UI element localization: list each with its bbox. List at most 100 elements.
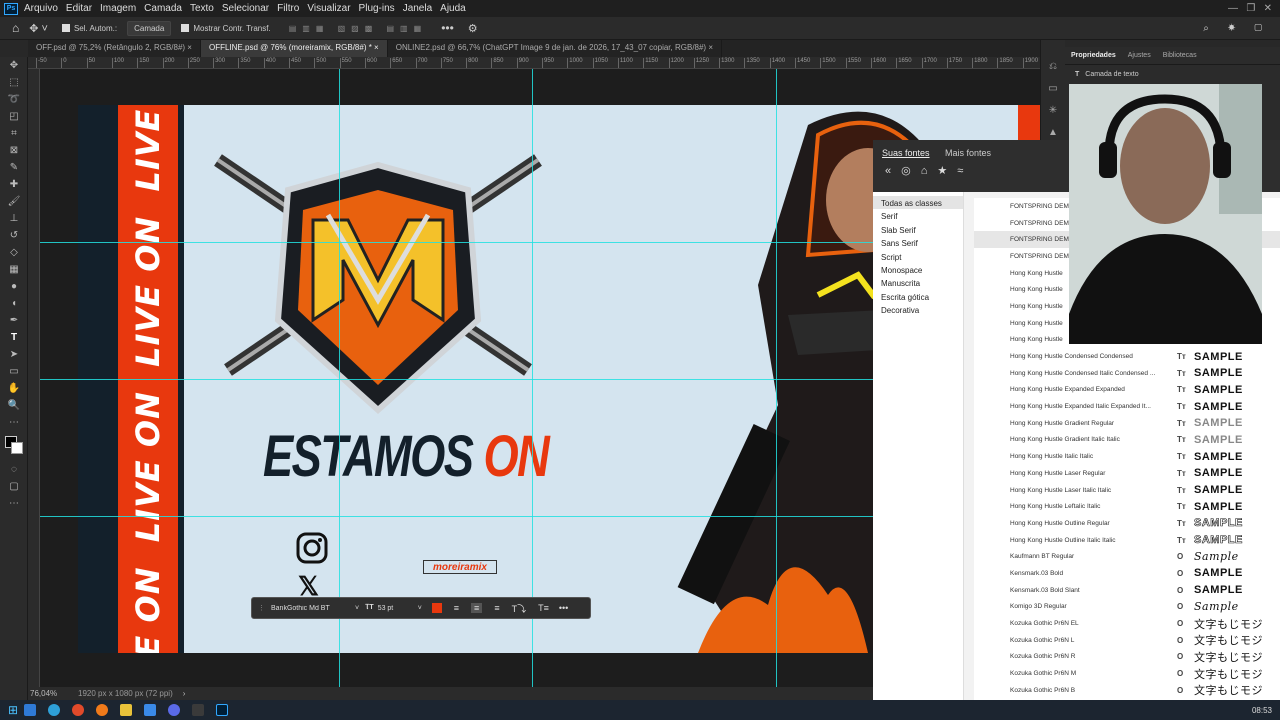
blur-tool-icon[interactable]: ● — [0, 278, 28, 295]
window-controls[interactable]: — ❐ ✕ — [1228, 3, 1272, 14]
guide-vertical[interactable] — [339, 69, 340, 687]
menu-janela[interactable]: Janela — [403, 3, 432, 14]
edge-icon[interactable] — [48, 704, 61, 716]
quick-mask-icon[interactable]: ◌ — [0, 461, 28, 478]
discord-icon[interactable] — [168, 704, 181, 716]
dodge-tool-icon[interactable]: ◖ — [0, 295, 28, 312]
tab-bibliotecas[interactable]: Bibliotecas — [1163, 52, 1197, 59]
menu-selecionar[interactable]: Selecionar — [222, 3, 269, 14]
auto-select-checkbox[interactable]: Sel. Autom.: — [61, 24, 117, 33]
font-list-item[interactable]: Hong Kong Hustle Italic Italic Tт SAMPLE — [974, 448, 1280, 465]
font-list-item[interactable]: Hong Kong Hustle Gradient Italic Italic T… — [974, 432, 1280, 449]
font-size-select[interactable]: 53 pt — [378, 605, 418, 612]
font-list-item[interactable]: Hong Kong Hustle Expanded Expanded Tт SAMP… — [974, 382, 1280, 399]
align-icons[interactable]: ▤▥▦ ▧▨▩ ▤▥▦ — [289, 24, 427, 33]
zoom-tool-icon[interactable]: 🔍 — [0, 397, 28, 414]
guide-vertical[interactable] — [532, 69, 533, 687]
font-list-item[interactable]: Kozuka Gothic Pr6N M O 文字もじモジ — [974, 665, 1280, 682]
align-center-icon[interactable]: ≡ — [471, 603, 483, 613]
tab-suas-fontes[interactable]: Suas fontes — [882, 148, 930, 158]
font-list-item[interactable]: Kozuka Gothic Pr6N R O 文字もじモジ — [974, 649, 1280, 666]
search-icon[interactable]: ⌕ ☀ ▢ — [1203, 23, 1270, 34]
font-category-item[interactable]: Sans Serif — [873, 236, 963, 249]
font-list-item[interactable]: Hong Kong Hustle Condensed Condensed Tт SA… — [974, 348, 1280, 365]
gear-icon[interactable]: ⚙ — [468, 22, 478, 35]
font-category-item[interactable]: Script — [873, 250, 963, 263]
font-category-item[interactable]: Escrita gótica — [873, 290, 963, 303]
type-tool-icon[interactable]: T — [0, 329, 28, 346]
more-tools-icon[interactable]: ⋯ — [0, 414, 28, 431]
zoom-level[interactable]: 76,04% — [30, 689, 74, 698]
font-list-item[interactable]: Hong Kong Hustle Leftalic Italic Tт SAMPLE — [974, 498, 1280, 515]
menu-camada[interactable]: Camada — [144, 3, 182, 14]
menu-plugins[interactable]: Plug-ins — [359, 3, 395, 14]
font-list-item[interactable]: Kozuka Gothic Pr6N L O 文字もじモジ — [974, 632, 1280, 649]
font-list-item[interactable]: Kaufmann BT Regular O Sample — [974, 548, 1280, 565]
menu-arquivo[interactable]: Arquivo — [24, 3, 58, 14]
home-icon[interactable]: ⌂ — [12, 21, 19, 35]
path-select-tool-icon[interactable]: ➤ — [0, 346, 28, 363]
font-category-item[interactable]: Manuscrita — [873, 276, 963, 289]
app-icon[interactable] — [192, 704, 205, 716]
edit-toolbar-icon[interactable]: ⋯ — [0, 495, 28, 512]
menu-texto[interactable]: Texto — [190, 3, 214, 14]
text-color-swatch[interactable] — [431, 603, 442, 613]
font-category-item[interactable]: Slab Serif — [873, 223, 963, 236]
font-category-item[interactable]: Serif — [873, 209, 963, 222]
tab-ajustes[interactable]: Ajustes — [1128, 52, 1151, 59]
history-brush-icon[interactable]: ↺ — [0, 227, 28, 244]
menu-imagem[interactable]: Imagem — [100, 3, 136, 14]
font-list-item[interactable]: Kensmark.03 Bold Slant O SAMPLE — [974, 582, 1280, 599]
font-list-item[interactable]: Kensmark.03 Bold O SAMPLE — [974, 565, 1280, 582]
font-list-item[interactable]: Komigo 3D Regular O Sample — [974, 599, 1280, 616]
font-filter-icons[interactable]: «◎⌂★≈ — [885, 164, 973, 177]
font-list-item[interactable]: Hong Kong Hustle Laser Regular Tт SAMPLE — [974, 465, 1280, 482]
taskbar-clock[interactable]: 08:53 — [1252, 706, 1272, 715]
windows-start-icon[interactable]: ⊞ — [8, 703, 18, 717]
photoshop-taskbar-icon[interactable] — [216, 704, 229, 716]
guide-vertical[interactable] — [776, 69, 777, 687]
tab-off[interactable]: OFF.psd @ 75,2% (Retângulo 2, RGB/8#) × — [28, 40, 201, 57]
warp-text-icon[interactable]: T⤵ — [512, 602, 527, 615]
pen-tool-icon[interactable]: ✒ — [0, 312, 28, 329]
eyedropper-tool-icon[interactable]: ✎ — [0, 159, 28, 176]
font-category-item[interactable]: Decorativa — [873, 303, 963, 316]
menu-ajuda[interactable]: Ajuda — [440, 3, 466, 14]
eraser-tool-icon[interactable]: ◇ — [0, 244, 28, 261]
store-icon[interactable] — [144, 704, 157, 716]
app-icon[interactable] — [24, 704, 37, 716]
healing-tool-icon[interactable]: ✚ — [0, 176, 28, 193]
font-list-item[interactable]: Hong Kong Hustle Outline Regular Tт SAMPLE — [974, 515, 1280, 532]
object-select-tool-icon[interactable]: ◰ — [0, 108, 28, 125]
more-options-icon[interactable]: ••• — [441, 21, 454, 35]
more-options-icon[interactable]: ••• — [559, 603, 568, 613]
adjust-icon[interactable]: ✳ — [1041, 100, 1065, 122]
comments-icon[interactable]: ▭ — [1041, 78, 1065, 100]
folder-icon[interactable] — [120, 704, 133, 716]
font-category-item[interactable]: Monospace — [873, 263, 963, 276]
font-list-item[interactable]: Kozuka Gothic Pr6N EL O 文字もじモジ — [974, 615, 1280, 632]
firefox-icon[interactable] — [96, 704, 109, 716]
move-tool-icon[interactable]: ✥ — [0, 57, 28, 74]
layer-select-dropdown[interactable]: Camada — [127, 20, 172, 36]
screen-mode-icon[interactable]: ▢ — [0, 478, 28, 495]
tab-online2[interactable]: ONLINE2.psd @ 66,7% (ChatGPT Image 9 de … — [388, 40, 723, 57]
color-swatches[interactable] — [0, 431, 27, 461]
tab-mais-fontes[interactable]: Mais fontes — [945, 148, 991, 158]
chevron-right-icon[interactable]: › — [183, 689, 186, 698]
handle-text[interactable]: moreiramix — [433, 562, 487, 573]
crop-tool-icon[interactable]: ⌗ — [0, 125, 28, 142]
marquee-tool-icon[interactable]: ⬚ — [0, 74, 28, 91]
rectangle-tool-icon[interactable]: ▭ — [0, 363, 28, 380]
lasso-tool-icon[interactable]: ➰ — [0, 91, 28, 108]
tab-offline[interactable]: OFFLINE.psd @ 76% (moreiramix, RGB/8#) *… — [200, 40, 388, 57]
font-list-item[interactable]: Hong Kong Hustle Laser Italic Italic Tт SA… — [974, 482, 1280, 499]
menu-editar[interactable]: Editar — [66, 3, 92, 14]
chevron-down-icon[interactable]: ˅ — [355, 605, 359, 612]
font-list-item[interactable]: Hong Kong Hustle Expanded Italic Expande… — [974, 398, 1280, 415]
show-transform-checkbox[interactable]: Mostrar Contr. Transf. — [181, 24, 271, 33]
font-list-item[interactable]: Hong Kong Hustle Gradient Regular Tт SAMPL… — [974, 415, 1280, 432]
font-list-item[interactable]: Kozuka Gothic Pr6N B O 文字もじモジ — [974, 682, 1280, 699]
font-category-item[interactable]: Todas as classes — [873, 196, 963, 210]
hand-tool-icon[interactable]: ✋ — [0, 380, 28, 397]
